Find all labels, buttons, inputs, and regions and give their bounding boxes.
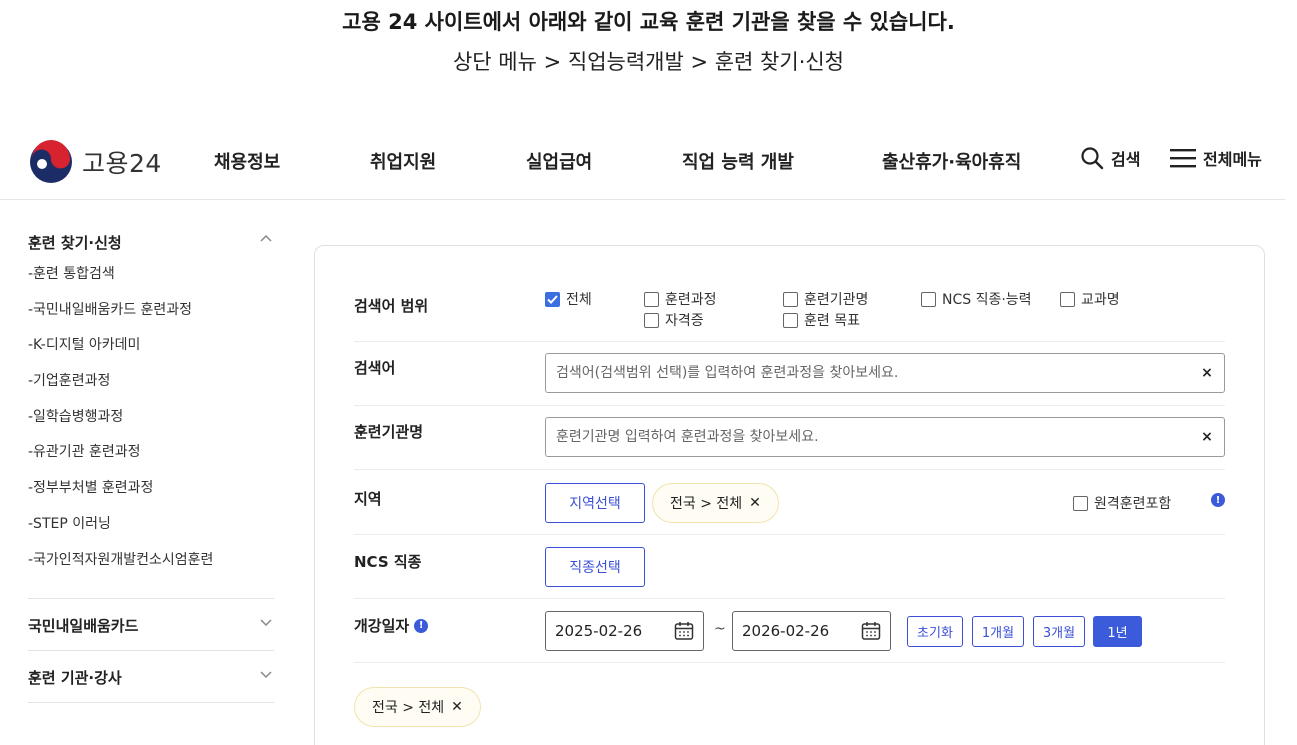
- nav-item-unemployment-benefit[interactable]: 실업급여: [526, 148, 592, 174]
- logo[interactable]: 고용24: [28, 139, 162, 185]
- sidebar-item-related-agency[interactable]: -유관기관 훈련과정: [28, 442, 274, 478]
- scope-course-checkbox[interactable]: 훈련과정: [644, 289, 717, 309]
- scope-all-checkbox[interactable]: 전체: [545, 289, 592, 309]
- close-icon[interactable]: ✕: [451, 699, 463, 715]
- keyword-field: ×: [545, 353, 1225, 393]
- keyword-label: 검색어: [354, 359, 396, 377]
- period-1month-button[interactable]: 1개월: [972, 616, 1024, 647]
- nav-item-vocational-development[interactable]: 직업 능력 개발: [682, 148, 794, 174]
- keyword-row: 검색어 ×: [354, 342, 1225, 406]
- start-date-row: 개강일자 ! 2025-02-26 ~ 2026-02-26 초기화 1개월 3…: [354, 599, 1225, 663]
- sidebar-item-corporate-training[interactable]: -기업훈련과정: [28, 371, 274, 407]
- all-menu-button[interactable]: 전체메뉴: [1170, 146, 1262, 170]
- date-to-field[interactable]: 2026-02-26: [732, 611, 891, 651]
- scope-certificate-checkbox[interactable]: 자격증: [644, 310, 704, 330]
- sidebar-item-work-study[interactable]: -일학습병행과정: [28, 407, 274, 443]
- calendar-icon[interactable]: [861, 621, 881, 641]
- search-scope-label: 검색어 범위: [354, 297, 429, 315]
- checkbox-icon: [783, 291, 798, 307]
- keyword-input[interactable]: [556, 365, 1200, 381]
- search-scope-row: 검색어 범위 전체 훈련과정 자격증 훈련기관명 훈련 목표 NCS 직종·능력: [354, 277, 1225, 342]
- region-chip[interactable]: 전국 > 전체 ✕: [652, 483, 779, 523]
- checkbox-icon: [921, 291, 936, 307]
- scope-goal-checkbox[interactable]: 훈련 목표: [783, 310, 860, 330]
- close-icon[interactable]: ×: [1200, 429, 1214, 445]
- sidebar-item-government-ministry[interactable]: -정부부처별 훈련과정: [28, 478, 274, 514]
- sidebar-item-tomorrow-card-course[interactable]: -국민내일배움카드 훈련과정: [28, 300, 274, 336]
- institution-input[interactable]: [556, 429, 1200, 445]
- sidebar: 훈련 찾기·신청 -훈련 통합검색 -국민내일배움카드 훈련과정 -K-디지털 …: [28, 222, 274, 704]
- caption-path: 상단 메뉴 > 직업능력개발 > 훈련 찾기·신청: [452, 50, 845, 74]
- search-icon: [1081, 147, 1104, 170]
- sidebar-submenu: -훈련 통합검색 -국민내일배움카드 훈련과정 -K-디지털 아카데미 -기업훈…: [28, 264, 274, 598]
- date-from-value: 2025-02-26: [555, 622, 643, 640]
- region-label: 지역: [354, 490, 382, 508]
- logo-text: 고용24: [82, 149, 162, 178]
- region-select-button[interactable]: 지역선택: [545, 483, 645, 523]
- start-date-label: 개강일자: [354, 617, 410, 635]
- search-label: 검색: [1111, 150, 1141, 169]
- nav-item-jobs[interactable]: 채용정보: [214, 148, 280, 174]
- sidebar-section-training-search[interactable]: 훈련 찾기·신청: [28, 222, 274, 264]
- close-icon[interactable]: ×: [1200, 365, 1214, 381]
- reset-period-button[interactable]: 초기화: [907, 616, 963, 647]
- info-icon[interactable]: !: [414, 618, 429, 633]
- close-icon[interactable]: ✕: [749, 495, 761, 511]
- period-3month-button[interactable]: 3개월: [1033, 616, 1085, 647]
- ncs-select-button[interactable]: 직종선택: [545, 547, 645, 587]
- sidebar-item-step-elearning[interactable]: -STEP 이러닝: [28, 514, 274, 550]
- date-from-field[interactable]: 2025-02-26: [545, 611, 704, 651]
- period-1year-button[interactable]: 1년: [1093, 616, 1142, 647]
- info-icon[interactable]: !: [1211, 493, 1225, 507]
- checkbox-icon: [1073, 495, 1088, 511]
- sidebar-item-consortium[interactable]: -국가인적자원개발컨소시엄훈련: [28, 550, 274, 586]
- search-panel: 검색어 범위 전체 훈련과정 자격증 훈련기관명 훈련 목표 NCS 직종·능력: [314, 245, 1265, 745]
- institution-field: ×: [545, 417, 1225, 457]
- remote-training-checkbox[interactable]: 원격훈련포함: [1073, 493, 1171, 513]
- date-separator: ~: [714, 621, 726, 637]
- institution-row: 훈련기관명 ×: [354, 406, 1225, 470]
- sidebar-item-integrated-search[interactable]: -훈련 통합검색: [28, 264, 274, 300]
- chevron-up-icon: [260, 234, 272, 242]
- all-menu-label: 전체메뉴: [1203, 150, 1262, 169]
- region-row: 지역 지역선택 전국 > 전체 ✕ 원격훈련포함 !: [354, 470, 1225, 535]
- start-date-label-wrap: 개강일자 !: [354, 615, 429, 636]
- scope-ncs-checkbox[interactable]: NCS 직종·능력: [921, 289, 1032, 309]
- sidebar-section-title: 훈련 찾기·신청: [28, 234, 122, 252]
- taegeuk-logo-icon: [30, 140, 72, 183]
- institution-label: 훈련기관명: [354, 423, 424, 441]
- ncs-label: NCS 직종: [354, 553, 422, 571]
- calendar-icon[interactable]: [674, 621, 694, 641]
- sidebar-group-label: 훈련 기관·강사: [28, 669, 122, 688]
- nav-item-employment-support[interactable]: 취업지원: [370, 148, 436, 174]
- sidebar-group-tomorrow-card[interactable]: 국민내일배움카드: [28, 599, 274, 652]
- selected-filter-chip[interactable]: 전국 > 전체 ✕: [354, 687, 481, 727]
- checkbox-icon: [644, 312, 659, 328]
- scope-institution-checkbox[interactable]: 훈련기관명: [783, 289, 868, 309]
- sidebar-item-k-digital-academy[interactable]: -K-디지털 아카데미: [28, 335, 274, 371]
- hamburger-icon: [1170, 149, 1196, 168]
- checkbox-icon: [783, 312, 798, 328]
- global-nav: 고용24 채용정보 취업지원 실업급여 직업 능력 개발 출산휴가·육아휴직 검…: [0, 124, 1285, 200]
- search-button[interactable]: 검색: [1080, 146, 1140, 170]
- date-to-value: 2026-02-26: [742, 622, 830, 640]
- ncs-row: NCS 직종 직종선택: [354, 535, 1225, 599]
- caption-title: 고용 24 사이트에서 아래와 같이 교육 훈련 기관을 찾을 수 있습니다.: [342, 10, 955, 34]
- sidebar-group-label: 국민내일배움카드: [28, 617, 139, 636]
- chevron-down-icon: [260, 619, 272, 627]
- sidebar-group-institution-instructor[interactable]: 훈련 기관·강사: [28, 651, 274, 704]
- chevron-down-icon: [260, 671, 272, 679]
- checkbox-checked-icon: [545, 291, 560, 307]
- nav-item-parental-leave[interactable]: 출산휴가·육아휴직: [882, 148, 1021, 174]
- scope-subject-checkbox[interactable]: 교과명: [1060, 289, 1120, 309]
- checkbox-icon: [644, 291, 659, 307]
- checkbox-icon: [1060, 291, 1075, 307]
